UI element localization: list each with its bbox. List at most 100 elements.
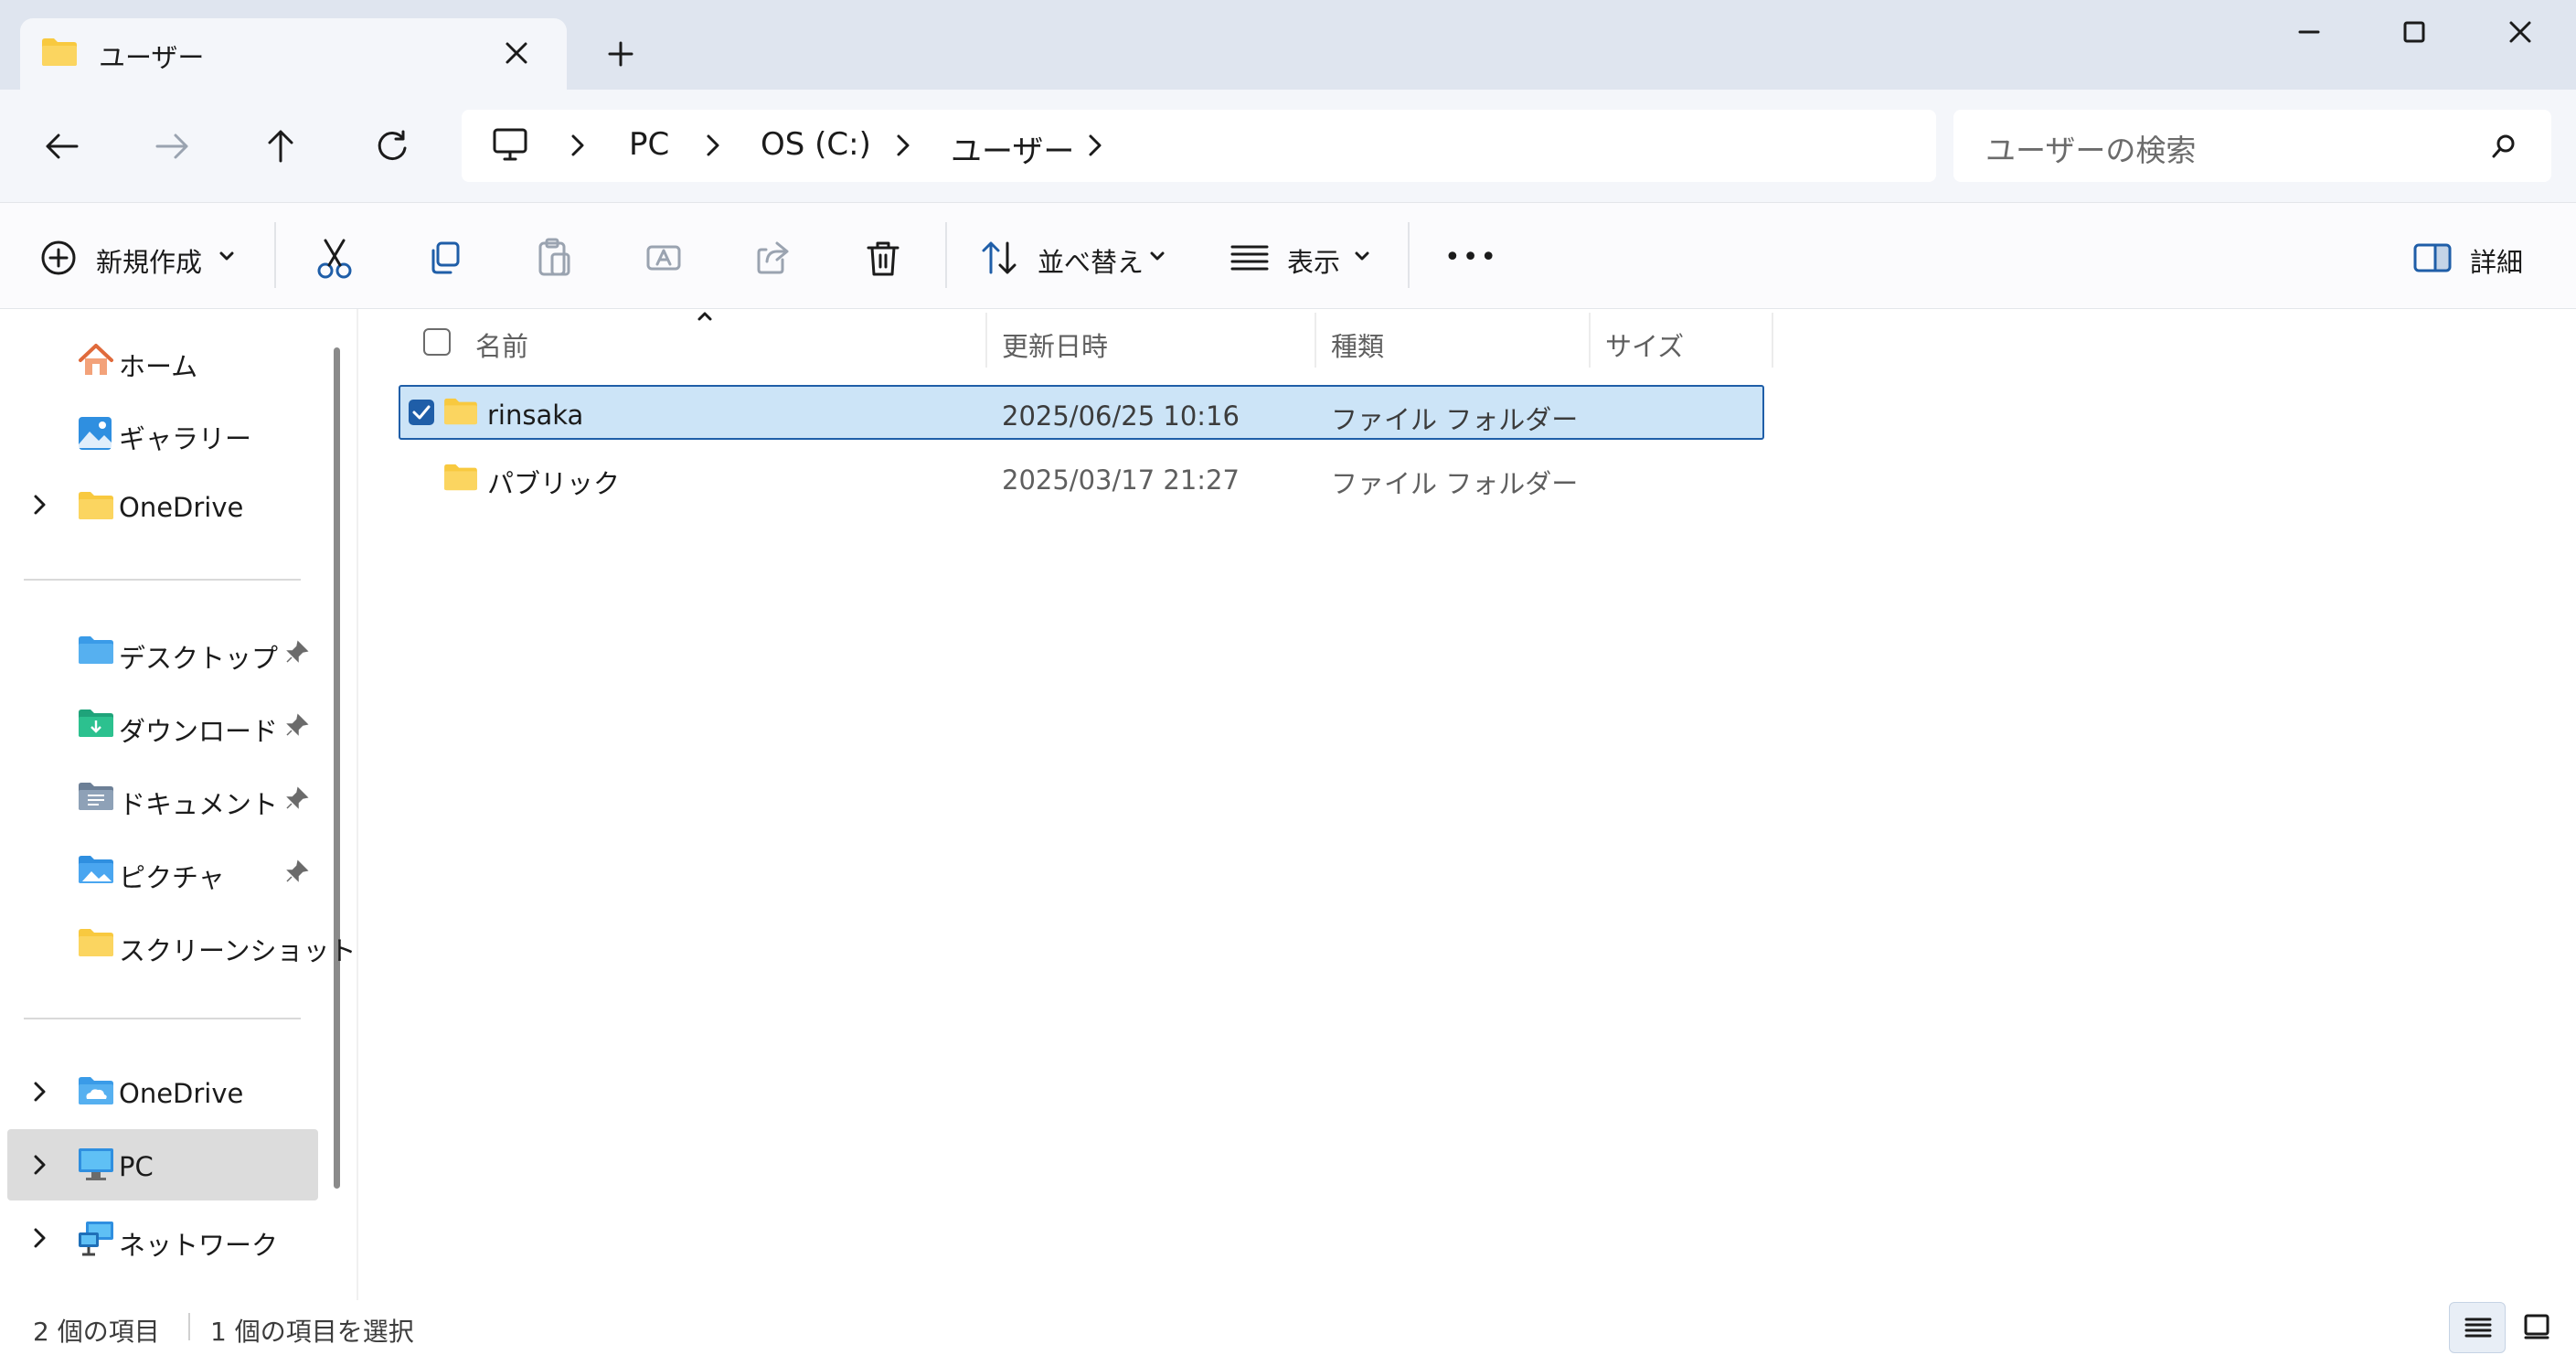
share-icon[interactable] [755, 240, 792, 276]
chevron-down-icon[interactable] [1355, 251, 1369, 261]
onedrive-folder-icon [77, 490, 115, 521]
file-modified: 2025/06/25 10:16 [1002, 400, 1240, 432]
column-type[interactable]: 種類 [1331, 325, 1384, 364]
breadcrumb-pc[interactable]: PC [629, 126, 669, 163]
new-tab-button[interactable] [607, 40, 634, 68]
sort-icon[interactable] [980, 240, 1020, 276]
toolbar-divider [1408, 222, 1410, 288]
chevron-right-icon[interactable] [706, 133, 720, 157]
breadcrumb-os-c[interactable]: OS (C:) [761, 126, 871, 163]
toolbar-divider [274, 222, 276, 288]
copy-icon[interactable] [426, 240, 463, 276]
onedrive-cloud-icon [77, 1075, 115, 1106]
file-type: ファイル フォルダー [1331, 468, 1579, 499]
sort-ascending-icon [697, 311, 713, 322]
file-name[interactable]: パブリック [487, 463, 620, 501]
screenshots-folder-icon [77, 927, 115, 958]
nav-item-screenshots[interactable]: スクリーンショット [119, 930, 357, 968]
file-modified: 2025/03/17 21:27 [1002, 464, 1240, 496]
item-count: 2 個の項目 [33, 1317, 160, 1347]
nav-item-network[interactable]: ネットワーク [119, 1224, 278, 1263]
column-separator[interactable] [1315, 313, 1316, 368]
minimize-icon[interactable] [2297, 20, 2321, 44]
delete-icon[interactable] [865, 240, 901, 278]
row-checkbox-checked[interactable] [408, 399, 435, 426]
pc-icon [77, 1147, 115, 1183]
address-bar[interactable] [462, 110, 1936, 182]
chevron-right-icon[interactable] [1088, 133, 1102, 157]
network-icon [77, 1220, 115, 1258]
status-divider [188, 1313, 190, 1340]
nav-item-desktop[interactable]: デスクトップ [119, 637, 278, 676]
column-size[interactable]: サイズ [1605, 325, 1684, 364]
search-icon[interactable] [2491, 133, 2517, 159]
chevron-down-icon[interactable] [219, 251, 234, 261]
forward-icon[interactable] [154, 132, 190, 161]
file-type: ファイル フォルダー [1331, 404, 1579, 435]
nav-divider [24, 1018, 301, 1019]
column-separator[interactable] [985, 313, 987, 368]
cut-icon[interactable] [316, 238, 353, 280]
new-button[interactable]: 新規作成 [96, 241, 202, 280]
large-icons-view-icon[interactable] [2523, 1313, 2550, 1340]
nav-item-onedrive[interactable]: OneDrive [119, 1078, 243, 1109]
pc-monitor-icon [492, 126, 528, 163]
search-placeholder: ユーザーの検索 [1985, 133, 2197, 168]
maximize-icon[interactable] [2402, 20, 2426, 44]
rename-icon[interactable] [645, 240, 682, 276]
expand-chevron-icon[interactable] [33, 494, 48, 516]
folder-icon [442, 397, 479, 426]
pin-icon[interactable] [285, 713, 309, 737]
folder-icon [40, 37, 79, 68]
view-button[interactable]: 表示 [1287, 241, 1340, 280]
refresh-icon[interactable] [375, 128, 410, 163]
close-window-icon[interactable] [2508, 20, 2532, 44]
documents-icon [77, 781, 115, 812]
nav-item-pictures[interactable]: ピクチャ [119, 857, 225, 895]
folder-icon [442, 463, 479, 492]
nav-item-documents[interactable]: ドキュメント [119, 784, 278, 822]
toolbar-divider [945, 222, 947, 288]
chevron-right-icon[interactable] [570, 133, 585, 157]
nav-item-pc[interactable]: PC [119, 1151, 154, 1182]
up-icon[interactable] [265, 128, 296, 165]
pin-icon[interactable] [285, 786, 309, 810]
close-tab-icon[interactable] [504, 40, 529, 66]
expand-chevron-icon[interactable] [33, 1081, 48, 1103]
view-list-icon[interactable] [1230, 243, 1269, 272]
selected-count: 1 個の項目を選択 [210, 1317, 414, 1347]
nav-selection-highlight [7, 1129, 318, 1200]
chevron-right-icon[interactable] [896, 133, 910, 157]
pin-icon[interactable] [285, 859, 309, 883]
chevron-down-icon[interactable] [1150, 251, 1165, 261]
new-plus-icon[interactable] [40, 240, 77, 276]
nav-item-onedrive-personal[interactable]: OneDrive [119, 492, 243, 523]
details-pane-icon[interactable] [2413, 243, 2452, 272]
paste-icon[interactable] [536, 238, 572, 278]
pin-icon[interactable] [285, 640, 309, 664]
nav-item-downloads[interactable]: ダウンロード [119, 710, 278, 749]
nav-divider [24, 579, 301, 581]
home-icon [77, 342, 115, 379]
back-icon[interactable] [44, 132, 80, 161]
select-all-checkbox[interactable] [422, 327, 452, 357]
nav-item-home[interactable]: ホーム [119, 346, 197, 384]
expand-chevron-icon[interactable] [33, 1154, 48, 1176]
file-name[interactable]: rinsaka [487, 400, 583, 431]
column-name[interactable]: 名前 [475, 325, 528, 364]
gallery-icon [77, 415, 113, 452]
nav-scrollbar[interactable] [334, 347, 340, 1189]
column-separator[interactable] [1772, 313, 1773, 368]
desktop-icon [77, 635, 115, 666]
more-options-button[interactable]: ••• [1444, 241, 1498, 273]
expand-chevron-icon[interactable] [33, 1227, 48, 1249]
breadcrumb-users[interactable]: ユーザー [951, 126, 1074, 171]
pictures-icon [77, 854, 115, 885]
column-modified[interactable]: 更新日時 [1002, 325, 1108, 364]
downloads-icon [77, 708, 115, 739]
column-separator[interactable] [1589, 313, 1591, 368]
details-button[interactable]: 詳細 [2470, 241, 2523, 280]
tab-title: ユーザー [99, 42, 205, 73]
sort-button[interactable]: 並べ替え [1038, 241, 1144, 280]
nav-item-gallery[interactable]: ギャラリー [119, 418, 251, 456]
